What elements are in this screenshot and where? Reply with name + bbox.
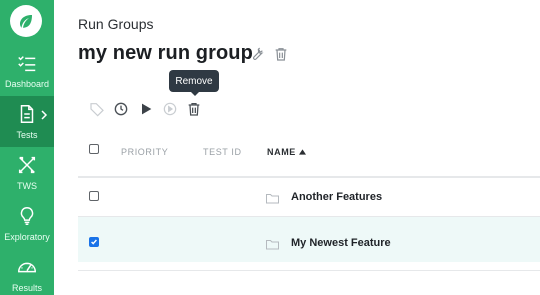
sidebar-item-tests[interactable]: Tests bbox=[0, 96, 54, 147]
row-checkbox[interactable] bbox=[89, 191, 99, 201]
wrench-icon[interactable] bbox=[249, 46, 265, 62]
remove-tooltip: Remove bbox=[169, 70, 219, 92]
sidebar-item-results[interactable]: Results bbox=[0, 249, 54, 295]
play-icon[interactable] bbox=[138, 101, 154, 117]
gauge-icon bbox=[18, 262, 36, 273]
folder-icon bbox=[266, 194, 279, 204]
column-header-test-id[interactable]: TEST ID bbox=[203, 147, 242, 157]
sidebar-item-exploratory[interactable]: Exploratory bbox=[0, 198, 54, 249]
play-circle-icon bbox=[163, 102, 177, 116]
tools-icon bbox=[18, 156, 36, 174]
sidebar-item-tws[interactable]: TWS bbox=[0, 147, 54, 198]
document-icon bbox=[20, 105, 34, 123]
sidebar-item-label: Results bbox=[11, 283, 42, 293]
row-divider bbox=[78, 270, 540, 271]
column-header-name[interactable]: NAME bbox=[267, 147, 296, 157]
chevron-right-icon bbox=[41, 110, 48, 120]
leaf-logo-icon[interactable] bbox=[10, 5, 42, 37]
sidebar-item-label: Dashboard bbox=[4, 79, 50, 89]
sidebar-item-label: Tests bbox=[16, 130, 38, 140]
row-name[interactable]: Another Features bbox=[291, 191, 382, 203]
row-name[interactable]: My Newest Feature bbox=[291, 237, 391, 249]
trash-icon[interactable] bbox=[186, 101, 202, 117]
trash-icon[interactable] bbox=[273, 46, 289, 62]
select-all-checkbox[interactable] bbox=[89, 144, 99, 154]
sidebar-item-label: TWS bbox=[17, 181, 37, 191]
row-checkbox[interactable] bbox=[89, 237, 99, 247]
checkmark-icon bbox=[91, 239, 97, 245]
page-title: my new run group bbox=[78, 42, 253, 64]
sidebar-item-dashboard[interactable]: Dashboard bbox=[0, 45, 54, 96]
tag-icon bbox=[90, 103, 104, 117]
checklist-icon bbox=[18, 56, 36, 72]
breadcrumb[interactable]: Run Groups bbox=[78, 16, 153, 32]
sidebar: Dashboard Tests TWS Exploratory Results bbox=[0, 0, 54, 295]
column-header-priority[interactable]: PRIORITY bbox=[121, 147, 168, 157]
folder-icon bbox=[266, 240, 279, 250]
clock-icon[interactable] bbox=[113, 101, 129, 117]
sort-ascending-icon[interactable] bbox=[299, 149, 306, 155]
tooltip-arrow bbox=[190, 91, 200, 96]
sidebar-item-label: Exploratory bbox=[4, 232, 50, 242]
lightbulb-icon bbox=[20, 207, 34, 225]
